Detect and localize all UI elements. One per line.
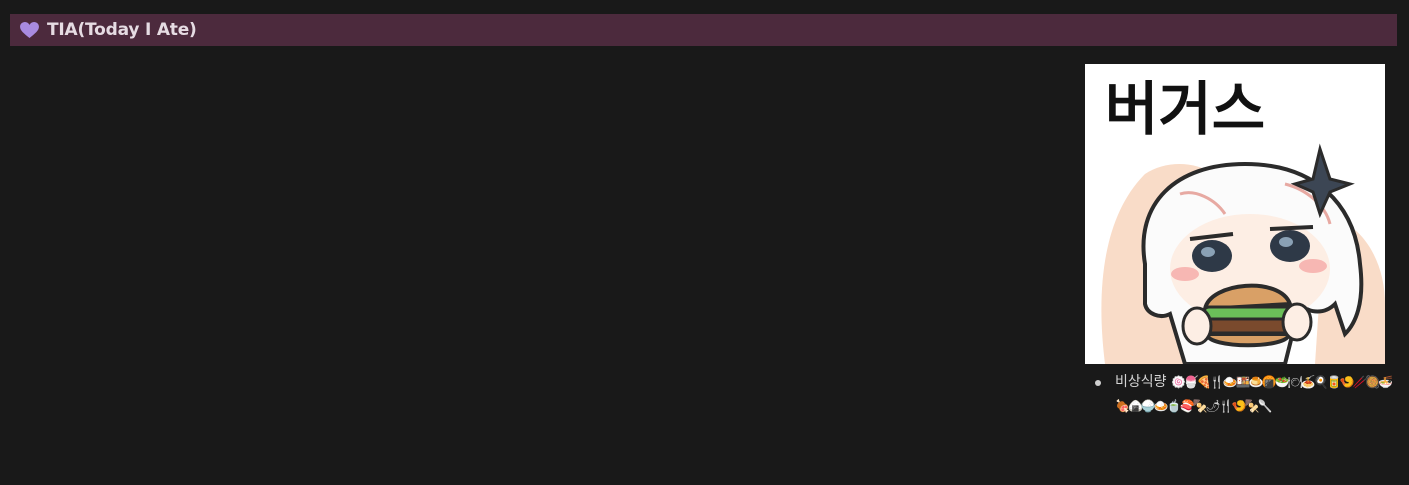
side-panel: 버거스 비상식량 🍥🍧🍕🍴🍛🍱🍮🍘🥗🍽🍝🍳🥫🍤🥢🥘🍜🍖🍙🍚🍛🍵🍣🍢🌶🍴🍤🍢🥄: [1085, 64, 1400, 418]
list-item: 비상식량 🍥🍧🍕🍴🍛🍱🍮🍘🥗🍽🍝🍳🥫🍤🥢🥘🍜🍖🍙🍚🍛🍵🍣🍢🌶🍴🍤🍢🥄: [1085, 370, 1400, 418]
page-header: TIA(Today I Ate): [10, 14, 1397, 46]
emergency-food-list: 비상식량 🍥🍧🍕🍴🍛🍱🍮🍘🥗🍽🍝🍳🥫🍤🥢🥘🍜🍖🍙🍚🍛🍵🍣🍢🌶🍴🍤🍢🥄: [1085, 370, 1400, 418]
heart-icon: [20, 21, 39, 38]
page-title: TIA(Today I Ate): [47, 20, 197, 40]
list-item-label: 비상식량: [1115, 374, 1167, 390]
sticker-text: 버거스: [1105, 75, 1265, 143]
burger-sticker-image[interactable]: 버거스: [1085, 64, 1385, 364]
